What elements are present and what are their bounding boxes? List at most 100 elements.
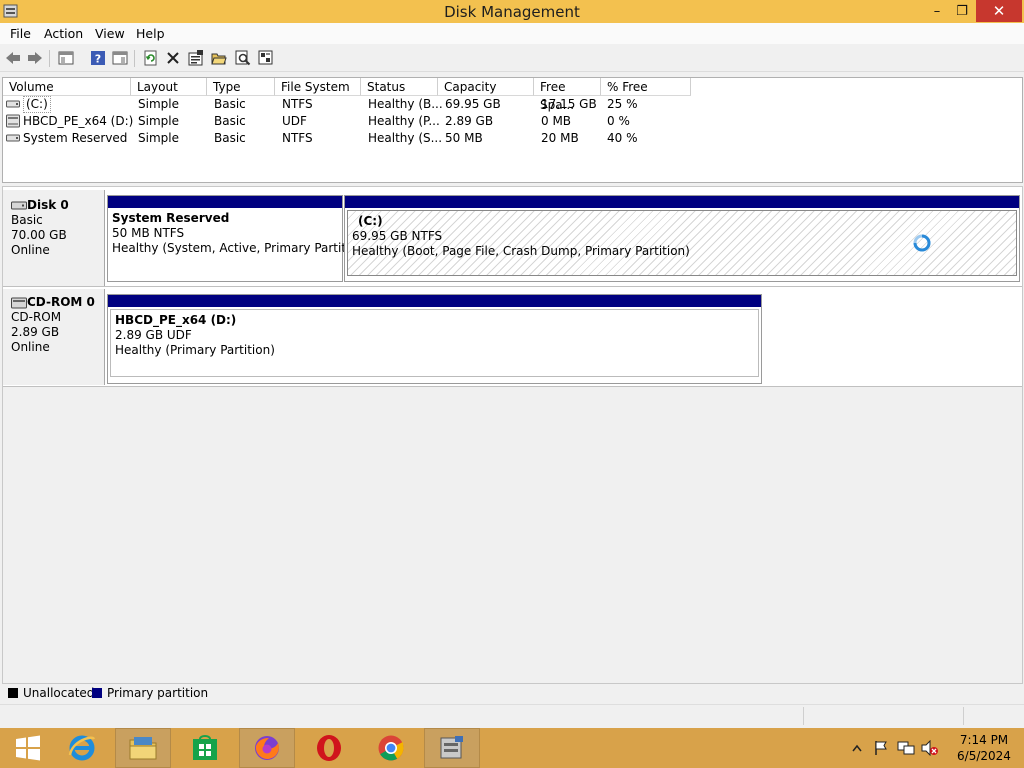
table-row[interactable]: System Reserved Simple Basic NTFS Health… <box>3 130 1020 147</box>
partition-system-reserved[interactable]: System Reserved 50 MB NTFS Healthy (Syst… <box>107 195 364 282</box>
opera-button[interactable] <box>301 728 357 768</box>
primary-partition-swatch <box>92 688 102 698</box>
volume-free-space: 17.15 GB <box>541 97 597 111</box>
firefox-icon <box>255 736 279 760</box>
empty-disk-area <box>3 387 1022 683</box>
properties-checklist-icon[interactable] <box>187 49 205 67</box>
partition-file-system: 2.89 GB UDF <box>115 328 192 342</box>
volume-file-system: NTFS <box>282 97 313 111</box>
action-center-flag-icon[interactable] <box>873 740 889 756</box>
menu-view[interactable]: View <box>95 26 125 41</box>
disk-type: Basic <box>11 213 43 227</box>
partition-name: (C:) <box>358 214 383 228</box>
volume-percent-free: 40 % <box>607 131 638 145</box>
hard-drive-icon <box>6 134 20 142</box>
volume-free-space: 20 MB <box>541 131 579 145</box>
volume-file-system: NTFS <box>282 131 313 145</box>
cdrom-0-header[interactable]: CD-ROM 0 CD-ROM 2.89 GB Online <box>3 289 105 385</box>
disk-size: 2.89 GB <box>11 325 60 339</box>
open-folder-icon[interactable] <box>210 49 228 67</box>
status-bar <box>0 704 1024 729</box>
internet-explorer-button[interactable] <box>54 728 110 768</box>
windows-logo-icon <box>16 735 40 761</box>
menu-help[interactable]: Help <box>136 26 165 41</box>
column-header-file-system[interactable]: File System <box>275 78 361 96</box>
menu-bar: File Action View Help <box>0 23 1024 44</box>
properties-icon[interactable] <box>111 49 129 67</box>
help-icon[interactable]: ? <box>89 49 107 67</box>
delete-icon[interactable] <box>164 49 182 67</box>
clock-time: 7:14 PM <box>959 733 1009 747</box>
hard-drive-icon <box>6 100 20 108</box>
table-row[interactable]: HBCD_PE_x64 (D:) Simple Basic UDF Health… <box>3 113 1020 130</box>
column-header-layout[interactable]: Layout <box>131 78 207 96</box>
legend-primary-partition: Primary partition <box>107 686 209 700</box>
show-hidden-icons-chevron-icon[interactable] <box>852 744 862 752</box>
partition-file-system: 50 MB NTFS <box>112 226 185 240</box>
volume-name: System Reserved <box>23 131 128 145</box>
partition-c-drive[interactable]: (C:) 69.95 GB NTFS Healthy (Boot, Page F… <box>344 195 1020 282</box>
column-header-status[interactable]: Status <box>361 78 438 96</box>
volume-capacity: 69.95 GB <box>445 97 501 111</box>
column-header-volume[interactable]: Volume <box>3 78 131 96</box>
title-bar: Disk Management – ❐ ✕ <box>0 0 1024 23</box>
unallocated-swatch <box>8 688 18 698</box>
file-explorer-button[interactable] <box>115 728 171 768</box>
volume-free-space: 0 MB <box>541 114 572 128</box>
clock[interactable]: 7:14 PM 6/5/2024 <box>944 732 1024 764</box>
disk-state: Online <box>11 243 50 257</box>
store-icon <box>193 735 217 760</box>
store-button[interactable] <box>177 728 233 768</box>
partition-name: System Reserved <box>112 211 230 225</box>
column-header-capacity[interactable]: Capacity <box>438 78 534 96</box>
disk-state: Online <box>11 340 50 354</box>
optical-drive-icon <box>11 297 27 308</box>
svg-text:?: ? <box>95 53 101 66</box>
volume-type: Basic <box>214 97 246 111</box>
volume-layout: Simple <box>138 131 179 145</box>
firefox-button[interactable] <box>239 728 295 768</box>
disk-type: CD-ROM <box>11 310 62 324</box>
disk-name: CD-ROM 0 <box>11 295 104 310</box>
volume-layout: Simple <box>138 114 179 128</box>
maximize-button[interactable]: ❐ <box>946 0 978 22</box>
volume-layout: Simple <box>138 97 179 111</box>
volume-status: Healthy (S... <box>368 131 443 145</box>
forward-arrow-icon[interactable] <box>26 49 44 67</box>
close-button[interactable]: ✕ <box>976 0 1022 22</box>
chrome-icon <box>378 735 404 761</box>
column-header-free-space[interactable]: Free Spa... <box>534 78 601 112</box>
volume-status: Healthy (P... <box>368 114 440 128</box>
window-title: Disk Management <box>444 3 580 21</box>
start-button[interactable] <box>0 728 56 768</box>
settings-grid-icon[interactable] <box>257 49 275 67</box>
refresh-icon[interactable] <box>142 49 160 67</box>
back-arrow-icon[interactable] <box>4 49 22 67</box>
status-divider <box>803 707 804 725</box>
volume-name: (C:) <box>23 96 51 113</box>
table-row[interactable]: (C:) Simple Basic NTFS Healthy (B... 69.… <box>3 96 1020 113</box>
primary-partition-bar <box>345 196 1019 208</box>
clock-date: 6/5/2024 <box>957 749 1011 763</box>
status-divider <box>963 707 964 725</box>
column-header-type[interactable]: Type <box>207 78 275 96</box>
volume-type: Basic <box>214 131 246 145</box>
menu-file[interactable]: File <box>10 26 31 41</box>
disk-0-header[interactable]: Disk 0 Basic 70.00 GB Online <box>3 190 105 286</box>
search-icon[interactable] <box>234 49 252 67</box>
volume-muted-icon[interactable] <box>921 740 939 756</box>
chrome-button[interactable] <box>363 728 419 768</box>
volume-capacity: 50 MB <box>445 131 483 145</box>
menu-action[interactable]: Action <box>44 26 83 41</box>
show-hide-console-tree-icon[interactable] <box>57 49 75 67</box>
partition-name: HBCD_PE_x64 (D:) <box>115 313 237 327</box>
internet-explorer-icon <box>68 735 96 761</box>
disk-graphical-view: Disk 0 Basic 70.00 GB Online System Rese… <box>2 186 1023 684</box>
hard-drive-icon <box>11 201 27 209</box>
volume-name: HBCD_PE_x64 (D:) <box>23 114 134 128</box>
network-icon[interactable] <box>897 740 915 756</box>
partition-d-drive[interactable]: HBCD_PE_x64 (D:) 2.89 GB UDF Healthy (Pr… <box>107 294 762 384</box>
optical-drive-icon <box>6 114 20 128</box>
disk-management-button[interactable] <box>424 728 480 768</box>
column-header-percent-free[interactable]: % Free <box>601 78 691 96</box>
